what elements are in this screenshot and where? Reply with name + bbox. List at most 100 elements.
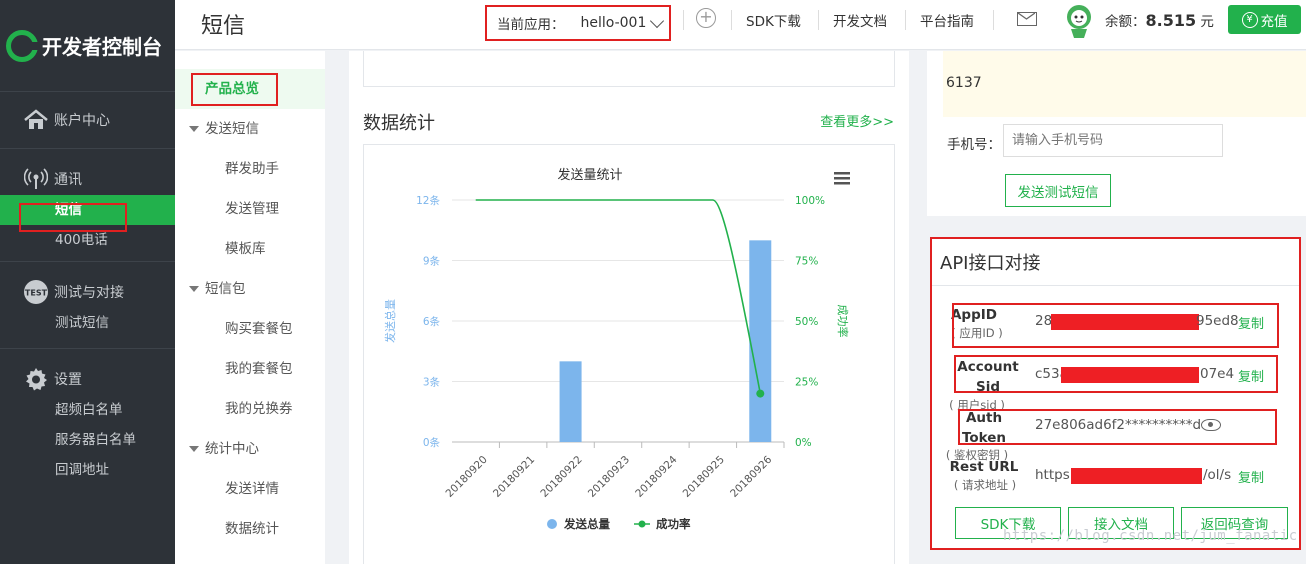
divider bbox=[731, 10, 732, 30]
subnav-item-label: 发送详情 bbox=[225, 481, 279, 497]
balance-unit: 元 bbox=[1200, 14, 1214, 30]
x-tick-label: 20180923 bbox=[586, 454, 632, 500]
sidebar-item-test[interactable]: TEST 测试与对接 bbox=[0, 276, 175, 308]
subnav-item-label: 我的兑换券 bbox=[225, 401, 293, 417]
sidebar-item-account-center[interactable]: 账户中心 bbox=[0, 104, 175, 136]
current-app-select[interactable]: 当前应用： hello-001 bbox=[485, 5, 671, 41]
secondary-nav: 产品总览 发送短信 群发助手 发送管理 模板库 短信包 购买套餐包 我的套餐包 … bbox=[175, 51, 325, 564]
gear-icon bbox=[22, 368, 50, 391]
main-content: 数据统计 查看更多>> 发送量统计 0条 3条 6条 9条 12条 0% 25% 50% 75% 1… bbox=[349, 51, 909, 564]
subnav-item-label: 模板库 bbox=[225, 241, 266, 257]
subnav-item-my-coupons[interactable]: 我的兑换券 bbox=[175, 389, 325, 429]
dev-docs-link[interactable]: 开发文档 bbox=[833, 10, 887, 30]
send-test-sms-button[interactable]: 发送测试短信 bbox=[1005, 174, 1111, 207]
mail-icon[interactable] bbox=[1017, 12, 1037, 26]
avatar[interactable] bbox=[1062, 3, 1096, 39]
x-tick-label: 20180922 bbox=[538, 454, 584, 500]
subnav-item-label: 产品总览 bbox=[205, 81, 259, 97]
sidebar-item-label: 通讯 bbox=[54, 172, 82, 188]
sdk-download-link[interactable]: SDK下载 bbox=[746, 10, 801, 30]
eye-icon[interactable] bbox=[1201, 419, 1221, 431]
right-column: 6137 手机号： 发送测试短信 API接口对接 AppID ( 应用ID ) … bbox=[927, 51, 1306, 564]
sidebar-item-whitelist-server[interactable]: 服务器白名单 bbox=[0, 425, 175, 455]
view-more-link[interactable]: 查看更多>> bbox=[820, 111, 894, 130]
sidebar-item-comm[interactable]: 通讯 bbox=[0, 163, 175, 195]
x-tick-label: 20180921 bbox=[491, 454, 537, 500]
api-value-suffix: 07e4 bbox=[1200, 366, 1235, 382]
recharge-button[interactable]: ¥ 充值 bbox=[1228, 5, 1301, 34]
subnav-item-buy-package[interactable]: 购买套餐包 bbox=[175, 309, 325, 349]
logo-icon bbox=[6, 29, 39, 62]
api-key: AppID bbox=[950, 307, 997, 323]
sidebar-item-callback[interactable]: 回调地址 bbox=[0, 455, 175, 485]
series-line bbox=[475, 199, 762, 394]
y-tick-label: 12条 bbox=[416, 194, 440, 207]
redaction-mark bbox=[1071, 468, 1202, 484]
y-axis-title: 发送总量 bbox=[383, 299, 397, 343]
sidebar-item-400-phone[interactable]: 400电话 bbox=[0, 225, 175, 255]
page-title: 短信 bbox=[201, 14, 246, 39]
y-right-tick-label: 0% bbox=[795, 437, 812, 449]
subnav-item-overview[interactable]: 产品总览 bbox=[175, 69, 325, 109]
svg-text:TEST: TEST bbox=[25, 289, 48, 298]
subnav-item-send-details[interactable]: 发送详情 bbox=[175, 469, 325, 509]
divider bbox=[932, 285, 1299, 286]
y-right-tick-label: 75% bbox=[795, 256, 818, 268]
y-right-tick-label: 100% bbox=[795, 195, 825, 207]
subnav-item-data-stats[interactable]: 数据统计 bbox=[175, 509, 325, 549]
chevron-down-icon bbox=[650, 13, 665, 28]
add-app-icon[interactable]: + bbox=[696, 8, 716, 28]
sidebar-item-label: 超频白名单 bbox=[55, 402, 123, 418]
hamburger-menu-icon-bar bbox=[834, 172, 850, 175]
subnav-item-send-manage[interactable]: 发送管理 bbox=[175, 189, 325, 229]
phone-input[interactable] bbox=[1003, 124, 1223, 157]
subnav-section-stats[interactable]: 统计中心 bbox=[175, 429, 325, 469]
subnav-section-send[interactable]: 发送短信 bbox=[175, 109, 325, 149]
sidebar-item-label: 400电话 bbox=[55, 232, 108, 248]
logo[interactable]: 开发者控制台 bbox=[0, 0, 175, 92]
copy-account-sid-button[interactable]: 复制 bbox=[1238, 366, 1264, 385]
send-volume-chart: 发送量统计0条3条6条9条12条0%25%50%75%100%发送总量 成功率20… bbox=[383, 167, 850, 531]
legend-marker-point bbox=[638, 520, 646, 528]
subnav-item-templates[interactable]: 模板库 bbox=[175, 229, 325, 269]
sidebar-item-label: 测试与对接 bbox=[54, 285, 124, 301]
bar bbox=[559, 361, 582, 442]
api-value-prefix: https: bbox=[1035, 467, 1075, 483]
signal-icon bbox=[22, 168, 50, 190]
watermark: https://blog.csdn.net/jum_fanatic bbox=[1003, 528, 1298, 544]
sidebar-item-test-sms[interactable]: 测试短信 bbox=[0, 308, 175, 338]
hamburger-menu-icon-bar bbox=[834, 177, 850, 180]
sidebar-item-label: 测试短信 bbox=[55, 315, 109, 331]
nav-group-test: TEST 测试与对接 测试短信 bbox=[0, 262, 175, 349]
api-title: API接口对接 bbox=[940, 253, 1041, 274]
sidebar-item-whitelist-freq[interactable]: 超频白名单 bbox=[0, 395, 175, 425]
code-area: 6137 bbox=[943, 51, 1306, 117]
subnav-item-my-package[interactable]: 我的套餐包 bbox=[175, 349, 325, 389]
subnav-item-bulk-send[interactable]: 群发助手 bbox=[175, 149, 325, 189]
sidebar-item-label: 短信 bbox=[55, 202, 82, 218]
sidebar-item-sms[interactable]: 短信 bbox=[0, 195, 175, 225]
api-hint: ( 应用ID ) bbox=[951, 326, 1003, 340]
sidebar-item-settings[interactable]: 设置 bbox=[0, 363, 175, 395]
platform-guide-link[interactable]: 平台指南 bbox=[920, 10, 974, 30]
subnav-item-label: 购买套餐包 bbox=[225, 321, 293, 337]
x-tick-label: 20180925 bbox=[681, 454, 727, 500]
copy-rest-url-button[interactable]: 复制 bbox=[1238, 467, 1264, 486]
redaction-mark bbox=[1051, 314, 1199, 330]
overview-panel bbox=[363, 51, 895, 87]
nav-group-comm: 通讯 短信 400电话 bbox=[0, 149, 175, 262]
balance-value: 8.515 bbox=[1145, 11, 1197, 30]
subnav-section-label: 统计中心 bbox=[205, 441, 259, 457]
yen-icon: ¥ bbox=[1241, 11, 1258, 28]
copy-appid-button[interactable]: 复制 bbox=[1238, 313, 1264, 332]
sidebar-item-label: 服务器白名单 bbox=[55, 432, 136, 448]
y-right-tick-label: 50% bbox=[795, 316, 818, 328]
subnav-section-packages[interactable]: 短信包 bbox=[175, 269, 325, 309]
code-text: 6137 bbox=[946, 75, 982, 91]
chart-title: 发送量统计 bbox=[557, 167, 622, 183]
caret-down-icon bbox=[189, 446, 199, 452]
sidebar-item-label: 设置 bbox=[54, 372, 82, 388]
y-tick-label: 6条 bbox=[423, 315, 441, 328]
sidebar-item-label: 回调地址 bbox=[55, 462, 109, 478]
divider bbox=[905, 10, 906, 30]
